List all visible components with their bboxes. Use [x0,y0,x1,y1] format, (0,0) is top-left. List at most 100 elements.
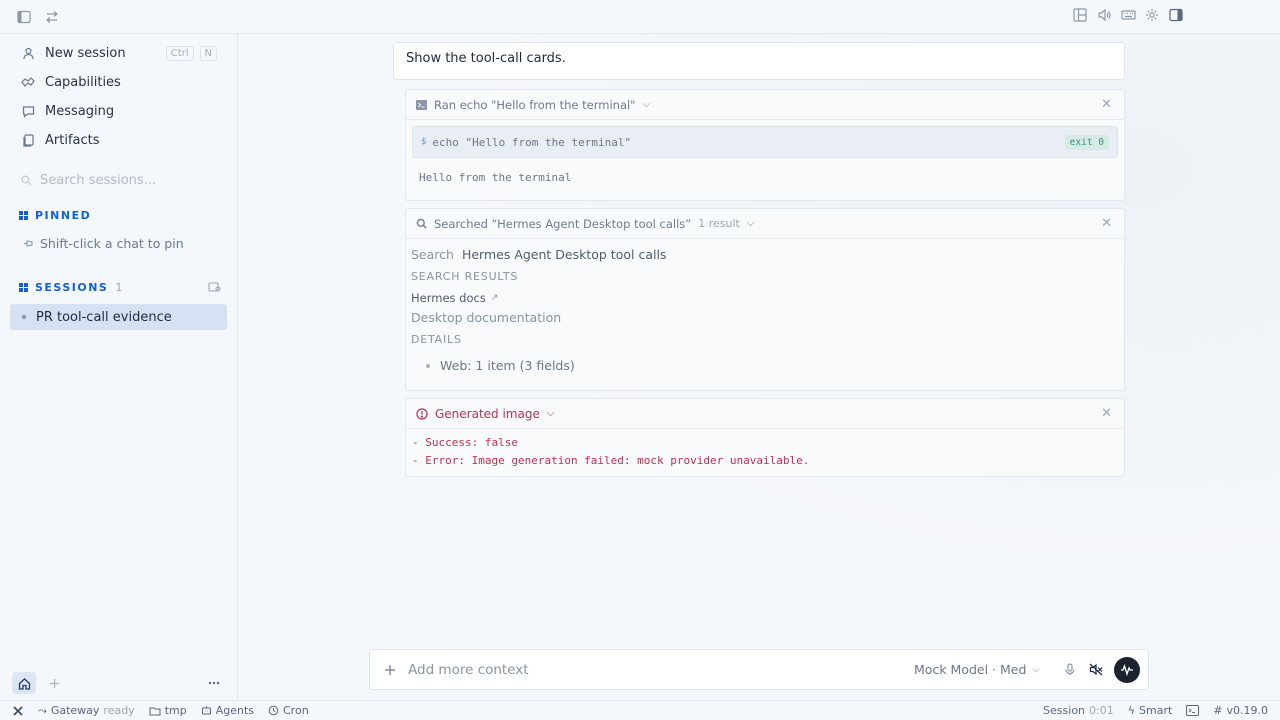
agents-label: Agents [215,704,254,717]
nav-capabilities[interactable]: Capabilities [0,68,237,97]
sidebar: New session Ctrl N Capabilities Messagin… [0,34,238,700]
chevron-down-icon: ⌵ [1032,664,1040,675]
speaker-muted-icon[interactable] [1088,662,1104,678]
session-label: Session [1043,704,1086,717]
add-tab-icon[interactable] [46,675,62,691]
nav-artifacts[interactable]: Artifacts [0,126,237,155]
microphone-icon[interactable] [1062,662,1078,678]
clock-icon [268,705,279,716]
mode-label: Smart [1139,704,1173,717]
gateway-label: Gateway [50,704,100,717]
sessions-header: SESSIONS 1 [0,276,237,298]
error-line-message: - Error: Image generation failed: mock p… [412,453,810,467]
kbd-n: N [199,46,217,61]
session-label: PR tool-call evidence [36,309,172,325]
image-tool-card: Generated image ⌵ ✕ - Success: false - E… [405,398,1125,477]
detail-item: Web: 1 item (3 fields) [406,346,1124,373]
search-query-line: Search Hermes Agent Desktop tool calls [406,239,1124,262]
search-query: Hermes Agent Desktop tool calls [461,247,667,262]
result-link[interactable]: Hermes docs ↗ [406,283,1124,305]
chevron-down-icon: ⌵ [546,408,555,419]
terminal-output: Hello from the terminal [419,171,572,184]
gateway-status[interactable]: ⤳ Gateway ready [38,704,135,718]
composer-input[interactable]: Add more context [408,662,529,678]
pin-icon [22,237,34,249]
folder-status[interactable]: tmp [149,704,187,717]
mode-status[interactable]: ϟ Smart [1128,704,1173,717]
error-icon [415,407,428,420]
messaging-icon [20,104,36,120]
pinned-title: PINNED [35,208,92,222]
bolt-icon: ϟ [1127,704,1135,717]
panel-right-icon[interactable] [1168,7,1184,23]
terminal-card-title: Ran echo "Hello from the terminal" [434,97,636,112]
capabilities-icon [20,75,36,91]
chat-area: Show the tool-call cards. Ran echo "Hell… [239,34,1280,700]
sessions-settings-icon[interactable] [207,280,221,294]
folder-label: tmp [164,704,187,717]
model-label: Mock Model · Med [914,662,1027,677]
terminal-card-header[interactable]: Ran echo "Hello from the terminal" ⌵ ✕ [406,90,1124,120]
app-logo-icon[interactable] [12,705,24,717]
result-description: Desktop documentation [411,310,562,325]
close-icon[interactable]: ✕ [1101,97,1112,112]
version-status: # v0.19.0 [1213,704,1268,717]
cron-status[interactable]: Cron [268,704,309,717]
new-session-icon [20,46,36,62]
status-bar: ⤳ Gateway ready tmp Agents Cron Session … [0,700,1280,720]
search-placeholder: Search sessions... [40,172,157,188]
cron-label: Cron [283,704,309,717]
nav-messaging[interactable]: Messaging [0,97,237,126]
composer: Add more context Mock Model · Med ⌵ [369,649,1149,690]
image-card-title: Generated image [435,406,540,421]
details-heading: DETAILS [411,333,462,346]
prompt-symbol: $ [421,137,427,147]
nav-new-session[interactable]: New session Ctrl N [0,39,237,68]
home-button[interactable] [12,672,36,694]
sidebar-toggle-icon[interactable] [16,9,32,25]
top-bar [0,0,1280,34]
pin-hint-text: Shift-click a chat to pin [40,235,184,251]
plus-icon[interactable] [382,662,398,678]
close-icon[interactable]: ✕ [1101,406,1112,421]
speaker-icon[interactable] [1096,7,1112,23]
session-item-pr-tool-call-evidence[interactable]: PR tool-call evidence [10,304,227,330]
session-dot [22,315,26,319]
nav-label: Capabilities [45,75,121,90]
close-icon[interactable]: ✕ [1101,216,1112,231]
session-time: 0:01 [1089,704,1114,717]
nav-label: Artifacts [45,133,100,148]
kbd-ctrl: Ctrl [165,46,194,61]
sidebar-footer [0,670,238,696]
bullet-dot [426,363,430,368]
model-selector[interactable]: Mock Model · Med ⌵ [914,662,1040,677]
gear-icon[interactable] [1144,7,1160,23]
sessions-grid-icon [18,282,28,292]
layout-icon[interactable] [1072,7,1088,23]
user-message: Show the tool-call cards. [393,42,1125,80]
search-card-header[interactable]: Searched “Hermes Agent Desktop tool call… [406,209,1124,239]
exit-code-badge: exit 0 [1064,134,1109,150]
terminal-tool-card: Ran echo "Hello from the terminal" ⌵ ✕ $… [405,89,1125,201]
pin-grid-icon [18,210,28,220]
nav-label: New session [45,46,126,61]
search-tool-card: Searched “Hermes Agent Desktop tool call… [405,208,1125,391]
pin-hint: Shift-click a chat to pin [0,230,237,256]
keyboard-icon[interactable] [1120,7,1136,23]
search-label: Search [411,247,454,262]
swap-icon[interactable] [44,9,60,25]
session-timer: Session 0:01 [1043,704,1114,717]
hash-icon: # [1213,704,1223,717]
image-card-header[interactable]: Generated image ⌵ ✕ [406,399,1124,429]
command-text: echo "Hello from the terminal" [432,135,632,149]
detail-text: Web: 1 item (3 fields) [440,358,575,373]
session-search-input[interactable]: Search sessions... [0,166,237,194]
agents-status[interactable]: Agents [201,704,254,717]
terminal-toggle-icon[interactable] [1186,705,1200,716]
search-card-title: Searched “Hermes Agent Desktop tool call… [434,216,692,231]
voice-send-button[interactable] [1114,656,1140,683]
artifacts-icon [20,133,36,149]
gateway-icon: ⤳ [38,703,47,717]
more-options-icon[interactable] [206,675,222,691]
gateway-state: ready [103,704,135,717]
